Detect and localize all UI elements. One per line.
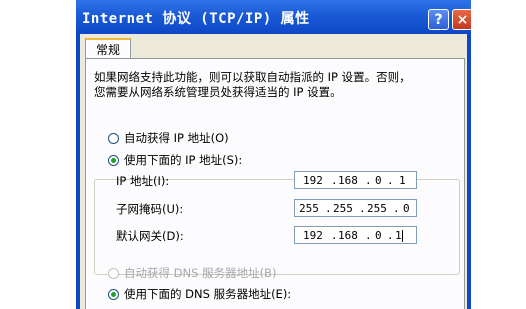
radio-auto-dns[interactable]: 自动获得 DNS 服务器地址(B) xyxy=(108,265,276,281)
gateway-octet: 0 xyxy=(375,229,382,242)
text-cursor xyxy=(402,230,403,242)
dialog-client-area: 常规 如果网络支持此功能，则可以获取自动指派的 IP 设置。否则， 您需要从网络… xyxy=(80,34,467,309)
radio-manual-ip-label: 使用下面的 IP 地址(S): xyxy=(124,153,243,167)
description-line-1: 如果网络支持此功能，则可以获取自动指派的 IP 设置。否则， xyxy=(94,70,411,84)
radio-manual-ip-indicator[interactable] xyxy=(108,155,119,166)
subnet-mask-label: 子网掩码(U): xyxy=(116,202,184,216)
radio-manual-dns[interactable]: 使用下面的 DNS 服务器地址(E): xyxy=(108,286,291,302)
tab-general[interactable]: 常规 xyxy=(85,38,131,60)
ip-address-input[interactable]: 192 . 168 . 0 . 1 xyxy=(294,171,417,189)
ip-octet: 0 xyxy=(375,174,382,187)
radio-auto-ip-indicator[interactable] xyxy=(108,133,119,144)
gateway-octet: 168 xyxy=(338,229,358,242)
ip-octet: 168 xyxy=(338,174,358,187)
ip-octet: 1 xyxy=(399,174,406,187)
tcpip-properties-dialog: Internet 协议 (TCP/IP) 属性 ? × 常规 如果网络支持此功能… xyxy=(76,0,471,309)
gateway-label: 默认网关(D): xyxy=(116,229,184,243)
title-bar[interactable]: Internet 协议 (TCP/IP) 属性 ? × xyxy=(76,0,471,34)
close-button[interactable]: × xyxy=(452,9,471,30)
mask-octet: 255 xyxy=(333,202,353,215)
gateway-octet: 192 xyxy=(303,229,323,242)
description-line-2: 您需要从网络系统管理员处获得适当的 IP 设置。 xyxy=(94,85,342,99)
mask-octet: 255 xyxy=(299,202,319,215)
subnet-mask-input[interactable]: 255 . 255 . 255 . 0 xyxy=(294,199,417,217)
mask-octet: 0 xyxy=(403,202,410,215)
gateway-octet: 1 xyxy=(395,229,402,242)
window-frame-right xyxy=(467,34,471,309)
radio-auto-dns-label: 自动获得 DNS 服务器地址(B) xyxy=(124,266,277,280)
radio-auto-ip[interactable]: 自动获得 IP 地址(O) xyxy=(108,130,229,146)
help-button[interactable]: ? xyxy=(428,9,449,30)
radio-manual-dns-label: 使用下面的 DNS 服务器地址(E): xyxy=(124,287,292,301)
radio-manual-ip[interactable]: 使用下面的 IP 地址(S): xyxy=(108,152,246,168)
description-text: 如果网络支持此功能，则可以获取自动指派的 IP 设置。否则， 您需要从网络系统管… xyxy=(94,70,411,100)
radio-auto-ip-label: 自动获得 IP 地址(O) xyxy=(124,131,229,145)
window-title: Internet 协议 (TCP/IP) 属性 xyxy=(82,11,310,27)
radio-manual-dns-indicator[interactable] xyxy=(108,289,119,300)
mask-octet: 255 xyxy=(367,202,387,215)
ip-address-label: IP 地址(I): xyxy=(116,174,170,188)
gateway-input[interactable]: 192 . 168 . 0 . 1 xyxy=(294,226,417,244)
general-tab-panel: 如果网络支持此功能，则可以获取自动指派的 IP 设置。否则， 您需要从网络系统管… xyxy=(85,58,465,309)
ip-octet: 192 xyxy=(303,174,323,187)
radio-auto-dns-indicator[interactable] xyxy=(108,268,119,279)
